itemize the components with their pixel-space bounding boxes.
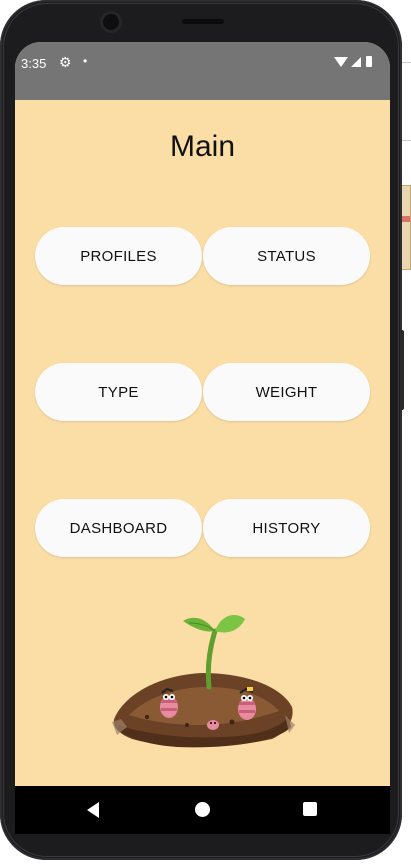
- dot-icon: •: [83, 54, 88, 68]
- status-button[interactable]: STATUS: [203, 227, 370, 285]
- status-bar: 3:35 ⚙ •: [15, 42, 390, 100]
- recents-icon[interactable]: [303, 802, 317, 816]
- profiles-button[interactable]: PROFILES: [35, 227, 202, 285]
- battery-icon: [366, 56, 372, 67]
- back-icon[interactable]: [87, 802, 99, 818]
- side-button: [400, 330, 404, 410]
- status-time: 3:35: [21, 56, 47, 71]
- navigation-bar: [15, 786, 390, 834]
- dashboard-button[interactable]: DASHBOARD: [35, 499, 202, 557]
- app-screen: 3:35 ⚙ • Main PROFILES STATUS TYPE WEIGH…: [15, 42, 390, 834]
- wifi-icon: [334, 57, 348, 67]
- type-button[interactable]: TYPE: [35, 363, 202, 421]
- signal-icon: [351, 57, 361, 67]
- weight-button[interactable]: WEIGHT: [203, 363, 370, 421]
- front-camera: [103, 14, 119, 30]
- home-icon[interactable]: [195, 802, 210, 817]
- gear-icon: ⚙: [59, 54, 72, 70]
- history-button[interactable]: HISTORY: [203, 499, 370, 557]
- earpiece-speaker: [182, 19, 224, 24]
- page-title: Main: [169, 130, 236, 163]
- plant-illustration: [112, 615, 295, 748]
